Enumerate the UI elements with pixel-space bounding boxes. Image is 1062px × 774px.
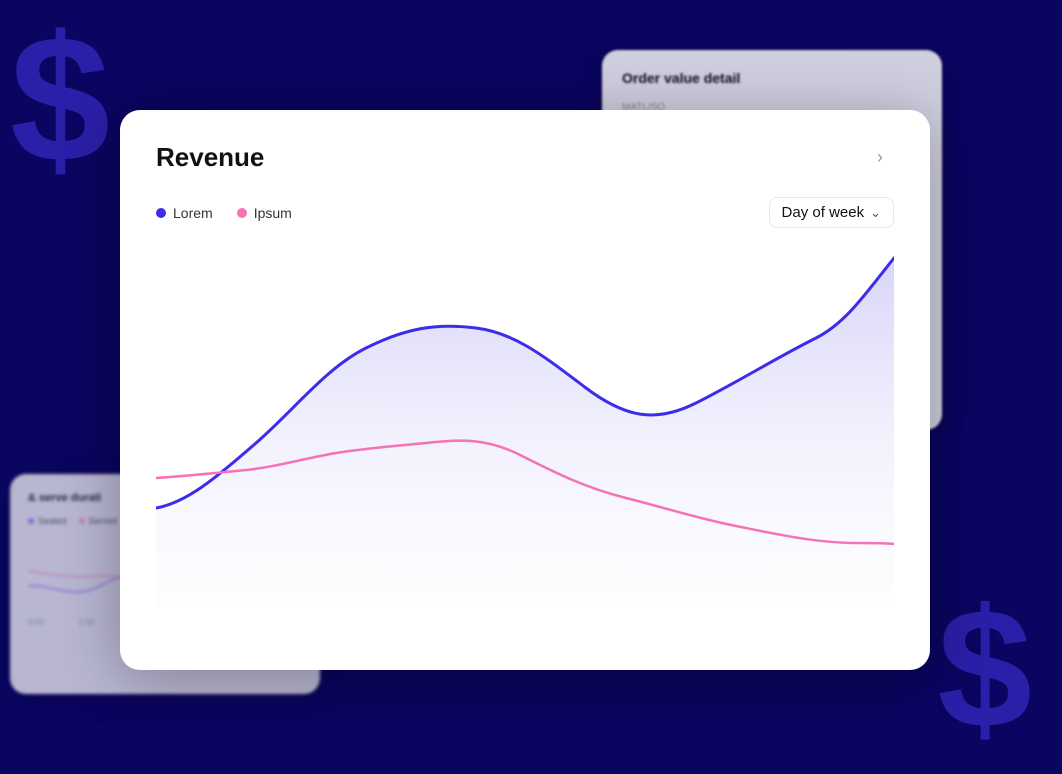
day-filter-chevron-icon: ⌄ bbox=[870, 205, 881, 221]
card-header: Revenue › bbox=[156, 142, 894, 173]
legend-item-lorem: Lorem bbox=[156, 205, 213, 221]
day-filter-label: Day of week bbox=[782, 204, 865, 221]
legend-ipsum-label: Ipsum bbox=[254, 205, 292, 221]
lorem-legend-dot bbox=[156, 208, 166, 218]
revenue-card: Revenue › Lorem Ipsum Day of week ⌄ bbox=[120, 110, 930, 670]
dollar-icon-bottom-right: $ bbox=[937, 584, 1032, 754]
legend-lorem-label: Lorem bbox=[173, 205, 213, 221]
order-value-title: Order value detail bbox=[622, 70, 922, 86]
chart-controls: Lorem Ipsum Day of week ⌄ bbox=[156, 197, 894, 228]
revenue-chart bbox=[156, 248, 894, 608]
ipsum-legend-dot bbox=[237, 208, 247, 218]
legend-served: Served bbox=[79, 516, 118, 526]
legend-item-ipsum: Ipsum bbox=[237, 205, 292, 221]
legend-seated: Seated bbox=[28, 516, 67, 526]
card-title: Revenue bbox=[156, 142, 264, 173]
dollar-icon-top-left: $ bbox=[10, 10, 110, 190]
day-of-week-filter[interactable]: Day of week ⌄ bbox=[769, 197, 894, 228]
chart-legend: Lorem Ipsum bbox=[156, 205, 292, 221]
navigate-button[interactable]: › bbox=[866, 144, 894, 172]
background: $ $ Order value detail MATL/SQ 7a 32 46 … bbox=[0, 0, 1062, 774]
